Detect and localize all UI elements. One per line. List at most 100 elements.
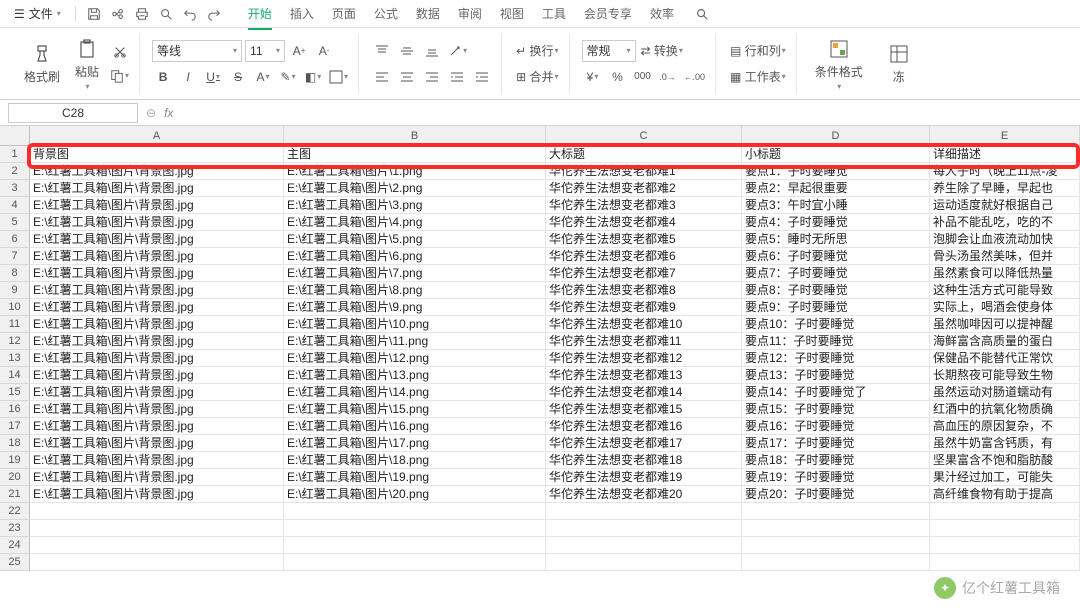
- align-center-icon[interactable]: [396, 66, 418, 88]
- cell[interactable]: [930, 520, 1080, 537]
- cell[interactable]: 华佗养生法想变老都难1: [546, 163, 742, 180]
- cell[interactable]: E:\红薯工具箱\图片\12.png: [284, 350, 546, 367]
- select-all-corner[interactable]: [0, 126, 30, 145]
- cell[interactable]: 要点1：子时要睡觉: [742, 163, 930, 180]
- tab-view[interactable]: 视图: [500, 1, 524, 26]
- increase-font-icon[interactable]: A+: [288, 40, 310, 62]
- share-icon[interactable]: [108, 4, 128, 24]
- cell[interactable]: E:\红薯工具箱\图片\1.png: [284, 163, 546, 180]
- increase-decimal-icon[interactable]: ←.00: [682, 66, 708, 88]
- cell[interactable]: E:\红薯工具箱\图片\9.png: [284, 299, 546, 316]
- col-header-E[interactable]: E: [930, 126, 1080, 145]
- cell[interactable]: 每人子时（晚上11点-凌: [930, 163, 1080, 180]
- cell[interactable]: 虽然咖啡因可以提神醒: [930, 316, 1080, 333]
- cut-icon[interactable]: [108, 41, 131, 63]
- row-header[interactable]: 1: [0, 146, 30, 163]
- cell[interactable]: [546, 537, 742, 554]
- cell[interactable]: [930, 554, 1080, 571]
- row-header[interactable]: 13: [0, 350, 30, 367]
- cell[interactable]: 虽然运动对肠道蠕动有: [930, 384, 1080, 401]
- cell[interactable]: 要点4：子时要睡觉: [742, 214, 930, 231]
- cell[interactable]: 虽然牛奶富含钙质，有: [930, 435, 1080, 452]
- decrease-font-icon[interactable]: A-: [313, 40, 335, 62]
- cell[interactable]: E:\红薯工具箱\图片\5.png: [284, 231, 546, 248]
- row-header[interactable]: 14: [0, 367, 30, 384]
- cell[interactable]: E:\红薯工具箱\图片\4.png: [284, 214, 546, 231]
- cell[interactable]: 运动适度就好根据自己: [930, 197, 1080, 214]
- bold-button[interactable]: B: [152, 66, 174, 88]
- thousands-icon[interactable]: 000: [632, 66, 654, 88]
- tab-review[interactable]: 审阅: [458, 1, 482, 26]
- cell[interactable]: [742, 537, 930, 554]
- cell[interactable]: [742, 503, 930, 520]
- cell[interactable]: [930, 537, 1080, 554]
- cell[interactable]: 华佗养生法想变老都难13: [546, 367, 742, 384]
- cell[interactable]: 小标题: [742, 146, 930, 163]
- cell[interactable]: 要点14：子时要睡觉了: [742, 384, 930, 401]
- cell[interactable]: 华佗养生法想变老都难17: [546, 435, 742, 452]
- cell[interactable]: E:\红薯工具箱\图片\背景图.jpg: [30, 418, 284, 435]
- cell[interactable]: E:\红薯工具箱\图片\背景图.jpg: [30, 231, 284, 248]
- cell[interactable]: E:\红薯工具箱\图片\背景图.jpg: [30, 367, 284, 384]
- cell[interactable]: 果汁经过加工，可能失: [930, 469, 1080, 486]
- align-right-icon[interactable]: [421, 66, 443, 88]
- cell[interactable]: 红酒中的抗氧化物质确: [930, 401, 1080, 418]
- file-menu[interactable]: ☰ 文件 ▾: [8, 3, 67, 24]
- cell[interactable]: 华佗养生法想变老都难8: [546, 282, 742, 299]
- conditional-format-button[interactable]: 条件格式: [809, 33, 869, 95]
- cell[interactable]: E:\红薯工具箱\图片\背景图.jpg: [30, 214, 284, 231]
- row-header[interactable]: 21: [0, 486, 30, 503]
- cell[interactable]: E:\红薯工具箱\图片\15.png: [284, 401, 546, 418]
- cell[interactable]: E:\红薯工具箱\图片\10.png: [284, 316, 546, 333]
- row-header[interactable]: 7: [0, 248, 30, 265]
- cell[interactable]: 华佗养生法想变老都难18: [546, 452, 742, 469]
- percent-icon[interactable]: %: [607, 66, 629, 88]
- currency-icon[interactable]: ¥: [582, 66, 604, 88]
- col-header-C[interactable]: C: [546, 126, 742, 145]
- search-icon[interactable]: [692, 4, 712, 24]
- cell[interactable]: E:\红薯工具箱\图片\背景图.jpg: [30, 469, 284, 486]
- cell[interactable]: [546, 503, 742, 520]
- indent-increase-icon[interactable]: [471, 66, 493, 88]
- row-header[interactable]: 3: [0, 180, 30, 197]
- cell[interactable]: E:\红薯工具箱\图片\背景图.jpg: [30, 299, 284, 316]
- cell[interactable]: E:\红薯工具箱\图片\背景图.jpg: [30, 282, 284, 299]
- cell[interactable]: E:\红薯工具箱\图片\20.png: [284, 486, 546, 503]
- strike-button[interactable]: S: [227, 66, 249, 88]
- cell[interactable]: E:\红薯工具箱\图片\17.png: [284, 435, 546, 452]
- cell[interactable]: 主图: [284, 146, 546, 163]
- cell[interactable]: 华佗养生法想变老都难20: [546, 486, 742, 503]
- cell[interactable]: 华佗养生法想变老都难10: [546, 316, 742, 333]
- row-header[interactable]: 20: [0, 469, 30, 486]
- paste-button[interactable]: 粘贴: [69, 33, 105, 95]
- cell[interactable]: 大标题: [546, 146, 742, 163]
- cell[interactable]: [284, 554, 546, 571]
- tab-formula[interactable]: 公式: [374, 1, 398, 26]
- align-left-icon[interactable]: [371, 66, 393, 88]
- cell[interactable]: E:\红薯工具箱\图片\背景图.jpg: [30, 435, 284, 452]
- rowcol-button[interactable]: ▤ 行和列: [728, 40, 788, 62]
- wrap-text-button[interactable]: ↵ 换行: [514, 40, 560, 62]
- tab-home[interactable]: 开始: [248, 1, 272, 26]
- orientation-icon[interactable]: [446, 40, 469, 62]
- cell[interactable]: 华佗养生法想变老都难14: [546, 384, 742, 401]
- cell[interactable]: [930, 503, 1080, 520]
- row-header[interactable]: 12: [0, 333, 30, 350]
- col-header-A[interactable]: A: [30, 126, 284, 145]
- cell[interactable]: 华佗养生法想变老都难7: [546, 265, 742, 282]
- formula-input[interactable]: [181, 104, 1072, 122]
- redo-icon[interactable]: [204, 4, 224, 24]
- cell[interactable]: 高血压的原因复杂，不: [930, 418, 1080, 435]
- tab-insert[interactable]: 插入: [290, 1, 314, 26]
- cell[interactable]: 要点9：子时要睡觉: [742, 299, 930, 316]
- tab-tools[interactable]: 工具: [542, 1, 566, 26]
- row-header[interactable]: 10: [0, 299, 30, 316]
- cell[interactable]: E:\红薯工具箱\图片\14.png: [284, 384, 546, 401]
- row-header[interactable]: 15: [0, 384, 30, 401]
- tab-efficiency[interactable]: 效率: [650, 1, 674, 26]
- cell[interactable]: E:\红薯工具箱\图片\背景图.jpg: [30, 265, 284, 282]
- cell[interactable]: 这种生活方式可能导致: [930, 282, 1080, 299]
- cell[interactable]: 华佗养生法想变老都难9: [546, 299, 742, 316]
- cancel-formula-icon[interactable]: ⊖: [146, 106, 156, 120]
- tab-data[interactable]: 数据: [416, 1, 440, 26]
